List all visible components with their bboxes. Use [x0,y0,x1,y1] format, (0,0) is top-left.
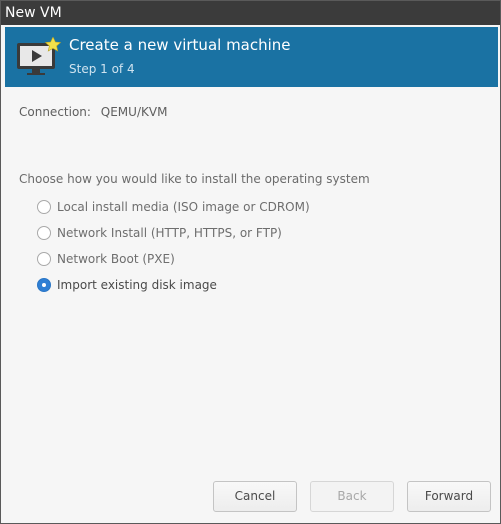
cancel-button[interactable]: Cancel [213,481,297,512]
wizard-step: Step 1 of 4 [69,62,135,76]
wizard-header: Create a new virtual machine Step 1 of 4 [5,27,498,87]
back-button[interactable]: Back [310,481,394,512]
window-title: New VM [1,1,500,25]
radio-label: Network Install (HTTP, HTTPS, or FTP) [57,226,282,240]
connection-info: Connection: QEMU/KVM [19,105,167,119]
radio-import-disk[interactable]: Import existing disk image [37,276,217,294]
new-vm-window: New VM Create a new virtual machine Step… [0,0,501,524]
radio-button[interactable] [37,200,51,214]
radio-network-boot[interactable]: Network Boot (PXE) [37,250,175,268]
radio-local-install[interactable]: Local install media (ISO image or CDROM) [37,198,310,216]
radio-button-selected[interactable] [37,278,51,292]
radio-button[interactable] [37,226,51,240]
radio-label: Import existing disk image [57,278,217,292]
wizard-title: Create a new virtual machine [69,36,291,54]
install-question: Choose how you would like to install the… [19,172,370,186]
radio-button[interactable] [37,252,51,266]
forward-button[interactable]: Forward [407,481,491,512]
connection-label: Connection: [19,105,91,119]
connection-value: QEMU/KVM [100,105,168,119]
vm-monitor-icon [17,37,61,75]
radio-label: Local install media (ISO image or CDROM) [57,200,310,214]
radio-network-install[interactable]: Network Install (HTTP, HTTPS, or FTP) [37,224,282,242]
radio-label: Network Boot (PXE) [57,252,175,266]
